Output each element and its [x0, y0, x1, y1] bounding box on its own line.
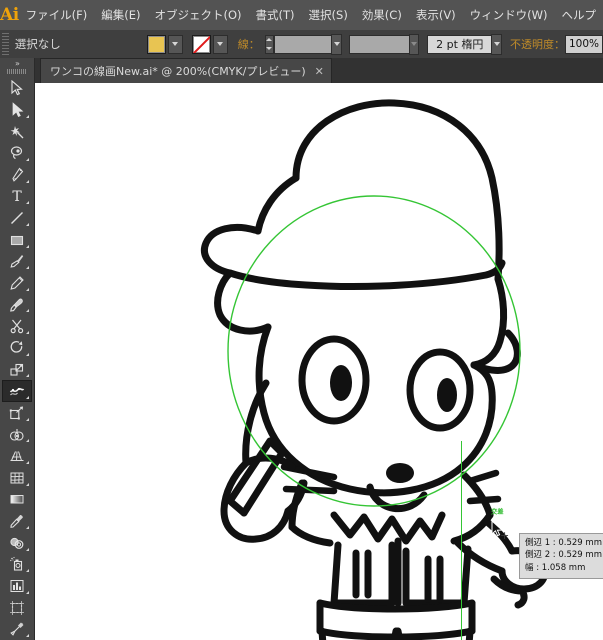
- menu-item-view[interactable]: 表示(V): [409, 0, 463, 30]
- selection-status-label: 選択なし: [14, 37, 61, 51]
- lasso-tool[interactable]: [2, 142, 32, 164]
- app-logo-icon: Ai: [0, 5, 19, 25]
- tooltip-line-side2: 側辺 2 : 0.529 mm: [525, 550, 602, 561]
- scissors-tool[interactable]: [2, 315, 32, 337]
- pencil-tool[interactable]: [2, 272, 32, 294]
- stroke-weight-label: 線：: [237, 38, 260, 51]
- stroke-weight-stepper[interactable]: [264, 34, 274, 54]
- menu-item-type[interactable]: 書式(T): [249, 0, 302, 30]
- rotate-tool[interactable]: [2, 337, 32, 359]
- tooltip-line-width: 幅 : 1.058 mm: [525, 562, 586, 573]
- pen-tool[interactable]: [2, 164, 32, 186]
- blend-tool[interactable]: [2, 532, 32, 554]
- document-canvas[interactable]: 交差 + 側辺 1 : 0.529 mm 側辺 2 : 0.529 mm 幅 :…: [34, 83, 603, 640]
- gradient-tool[interactable]: [2, 489, 32, 511]
- stroke-dropdown-button[interactable]: [212, 34, 228, 54]
- width-point-crosshair-icon: +: [500, 529, 510, 542]
- chevron-down-icon: [172, 42, 179, 46]
- control-bar: 選択なし 線： 2 pt 楕円 不透明度： 100%: [0, 30, 603, 59]
- column-graph-tool[interactable]: [2, 575, 32, 597]
- scale-tool[interactable]: [2, 359, 32, 381]
- chevron-down-icon: [333, 42, 340, 46]
- selection-tool[interactable]: [2, 77, 32, 99]
- close-icon[interactable]: ✕: [315, 66, 324, 77]
- line-segment-tool[interactable]: [2, 207, 32, 229]
- stroke-weight-dropdown-button[interactable]: [331, 33, 342, 55]
- svg-text:T: T: [12, 189, 22, 204]
- opacity-field[interactable]: 100%: [564, 34, 603, 54]
- fill-dropdown-button[interactable]: [167, 34, 183, 54]
- stroke-style-dropdown-button[interactable]: [408, 33, 420, 55]
- width-tool[interactable]: [2, 380, 32, 403]
- shape-builder-tool[interactable]: [2, 424, 32, 446]
- menu-item-select[interactable]: 選択(S): [302, 0, 355, 30]
- free-transform-tool[interactable]: [2, 402, 32, 424]
- document-tab[interactable]: ワンコの線画New.ai* @ 200%(CMYK/プレビュー) ✕: [40, 58, 332, 83]
- chevron-down-icon: [217, 42, 224, 46]
- magic-wand-tool[interactable]: [2, 121, 32, 143]
- eyedropper-tool[interactable]: [2, 510, 32, 532]
- stroke-weight-field[interactable]: [273, 34, 333, 54]
- stroke-control[interactable]: [191, 34, 228, 54]
- menu-item-object[interactable]: オブジェクト(O): [148, 0, 249, 30]
- mesh-tool[interactable]: [2, 467, 32, 489]
- slice-tool[interactable]: [2, 618, 32, 640]
- opacity-label: 不透明度：: [509, 38, 565, 51]
- direct-selection-tool[interactable]: [2, 99, 32, 121]
- brush-profile-field[interactable]: 2 pt 楕円: [427, 34, 493, 54]
- rectangle-tool[interactable]: [2, 229, 32, 251]
- fill-control[interactable]: [146, 34, 183, 54]
- tools-panel-grip[interactable]: [7, 69, 27, 75]
- blob-brush-tool[interactable]: [2, 294, 32, 316]
- menu-item-help[interactable]: ヘルプ: [555, 0, 603, 30]
- document-tab-title: ワンコの線画New.ai* @ 200%(CMYK/プレビュー): [50, 65, 306, 78]
- smart-guide-vertical: [461, 441, 462, 640]
- smart-guide-label: 交差: [491, 507, 504, 516]
- chevron-down-icon: [493, 42, 500, 46]
- width-tool-measurement-tooltip: 側辺 1 : 0.529 mm 側辺 2 : 0.529 mm 幅 : 1.05…: [519, 533, 603, 579]
- stroke-swatch[interactable]: [191, 34, 211, 54]
- tools-panel: » T: [0, 58, 35, 640]
- control-bar-grip[interactable]: [2, 33, 9, 55]
- chevron-down-icon: [411, 42, 418, 46]
- paintbrush-tool[interactable]: [2, 251, 32, 273]
- artwork-dog-line-drawing: [201, 99, 549, 640]
- menu-item-effect[interactable]: 効果(C): [355, 0, 409, 30]
- menu-bar: Ai ファイル(F) 編集(E) オブジェクト(O) 書式(T) 選択(S) 効…: [0, 0, 603, 31]
- menu-item-window[interactable]: ウィンドウ(W): [463, 0, 555, 30]
- stroke-style-field[interactable]: [348, 34, 410, 54]
- fill-swatch[interactable]: [146, 34, 166, 54]
- menu-item-edit[interactable]: 編集(E): [94, 0, 147, 30]
- tooltip-line-side1: 側辺 1 : 0.529 mm: [525, 538, 602, 548]
- brush-profile-dropdown-button[interactable]: [491, 33, 502, 55]
- artboard-tool[interactable]: [2, 597, 32, 619]
- menu-item-file[interactable]: ファイル(F): [19, 0, 95, 30]
- illustrator-window: Ai ファイル(F) 編集(E) オブジェクト(O) 書式(T) 選択(S) 効…: [0, 0, 603, 640]
- tools-panel-collapse-button[interactable]: »: [0, 58, 34, 69]
- perspective-grid-tool[interactable]: [2, 445, 32, 467]
- symbol-sprayer-tool[interactable]: [2, 554, 32, 576]
- document-tab-bar: ワンコの線画New.ai* @ 200%(CMYK/プレビュー) ✕: [0, 58, 603, 84]
- type-tool[interactable]: T: [2, 186, 32, 208]
